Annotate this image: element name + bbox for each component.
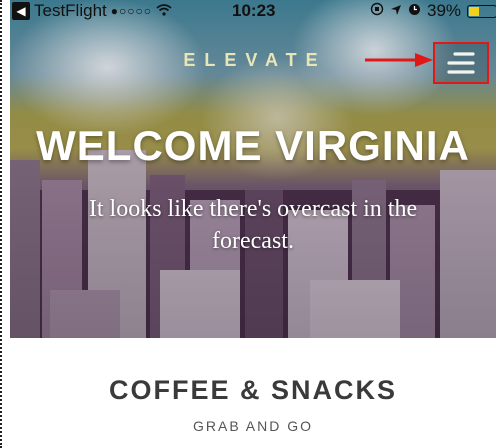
location-icon <box>390 1 402 21</box>
back-app-label[interactable]: TestFlight <box>34 1 107 21</box>
battery-percent: 39% <box>427 1 462 20</box>
section-subtitle: GRAB AND GO <box>192 418 314 434</box>
orientation-lock-icon <box>370 1 384 21</box>
hamburger-icon <box>447 52 475 74</box>
alarm-icon <box>408 1 421 21</box>
weather-message: It looks like there's overcast in the fo… <box>88 196 418 254</box>
welcome-heading: WELCOME VIRGINIA <box>36 122 470 169</box>
battery-icon <box>467 4 496 18</box>
section-title: COFFEE & SNACKS <box>108 375 398 405</box>
battery-level-fill <box>469 6 479 16</box>
status-right: 39% <box>370 0 496 22</box>
brand-logo[interactable]: ELEVATE <box>165 50 345 71</box>
signal-strength-icon: ●○○○○ <box>110 4 152 18</box>
status-time: 10:23 <box>232 1 276 20</box>
menu-button[interactable] <box>433 42 489 84</box>
status-left: ◀ TestFlight ●○○○○ <box>12 0 172 22</box>
wifi-icon <box>156 1 172 21</box>
app-screen: ◀ TestFlight ●○○○○ 10:23 39% ELEVATE WEL… <box>10 0 496 448</box>
annotation-arrow-icon <box>365 53 433 67</box>
back-to-app-icon[interactable]: ◀ <box>12 2 30 20</box>
status-bar: ◀ TestFlight ●○○○○ 10:23 39% <box>10 0 496 22</box>
